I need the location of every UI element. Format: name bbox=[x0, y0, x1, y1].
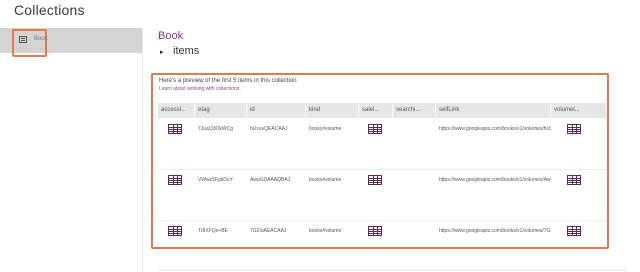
selflink-cell: https://www.googleapis.com/books/v1/volu… bbox=[439, 177, 551, 183]
id-cell: 7G2IuAEACAAJ bbox=[250, 228, 287, 234]
sidebar-item-book[interactable]: Book bbox=[0, 28, 142, 57]
selflink-cell: https://www.googleapis.com/books/v1/volu… bbox=[439, 228, 551, 234]
table-icon[interactable] bbox=[168, 226, 182, 236]
kind-cell: books#volume bbox=[309, 177, 342, 183]
table-icon[interactable] bbox=[368, 124, 382, 134]
sidebar-item-label: Book bbox=[34, 36, 48, 42]
tree-node-items[interactable]: items bbox=[173, 45, 199, 57]
kind-cell: books#volume bbox=[309, 126, 342, 132]
table-row: Tr8XFQe+BE 7G2IuAEACAAJ books#volume htt… bbox=[158, 223, 607, 247]
selection-highlight bbox=[12, 29, 47, 57]
table-icon[interactable] bbox=[168, 124, 182, 134]
column-header-searchinfo[interactable]: searchi... bbox=[393, 103, 436, 118]
sidebar-divider bbox=[142, 28, 143, 272]
selflink-cell: https://www.googleapis.com/books/v1/volu… bbox=[439, 126, 551, 132]
id-cell: AwuGDAAAQBAJ bbox=[250, 177, 291, 183]
table-icon[interactable] bbox=[368, 226, 382, 236]
app-title: Collections bbox=[14, 2, 85, 18]
column-header-volumeinfo[interactable]: volumel... bbox=[551, 103, 607, 118]
page-title: Book bbox=[158, 30, 184, 42]
etag-cell: 7JuaQ3OkWCg bbox=[198, 126, 234, 132]
sidebar: Book bbox=[0, 28, 142, 272]
expand-arrow-icon[interactable]: ▸ bbox=[160, 48, 164, 56]
column-header-saleinfo[interactable]: salel... bbox=[359, 103, 393, 118]
column-header-kind[interactable]: kind bbox=[306, 103, 359, 118]
id-cell: hUxuvQEACAAJ bbox=[250, 126, 288, 132]
table-icon[interactable] bbox=[368, 175, 382, 185]
kind-cell: books#volume bbox=[309, 228, 342, 234]
table-icon[interactable] bbox=[168, 175, 182, 185]
column-header-id[interactable]: id bbox=[247, 103, 306, 118]
table-header: accessI... etag id kind salel... searchi… bbox=[158, 103, 607, 118]
table-icon[interactable] bbox=[567, 175, 581, 185]
preview-heading: Here's a preview of the first 5 items in… bbox=[159, 78, 297, 84]
table-row: VWwz5FgkDuY AwuGDAAAQBAJ books#volume ht… bbox=[158, 172, 607, 221]
divider bbox=[158, 270, 628, 271]
table-icon[interactable] bbox=[567, 226, 581, 236]
learn-more-link[interactable]: Learn about working with collections. bbox=[159, 86, 241, 92]
column-header-accessinfo[interactable]: accessI... bbox=[158, 103, 195, 118]
table-icon[interactable] bbox=[567, 124, 581, 134]
column-header-selflink[interactable]: selfLink bbox=[436, 103, 551, 118]
etag-cell: Tr8XFQe+BE bbox=[198, 228, 228, 234]
collection-preview-panel: Here's a preview of the first 5 items in… bbox=[151, 73, 609, 249]
table-row: 7JuaQ3OkWCg hUxuvQEACAAJ books#volume ht… bbox=[158, 121, 607, 170]
table-icon bbox=[19, 36, 27, 43]
etag-cell: VWwz5FgkDuY bbox=[198, 177, 234, 183]
column-header-etag[interactable]: etag bbox=[195, 103, 247, 118]
